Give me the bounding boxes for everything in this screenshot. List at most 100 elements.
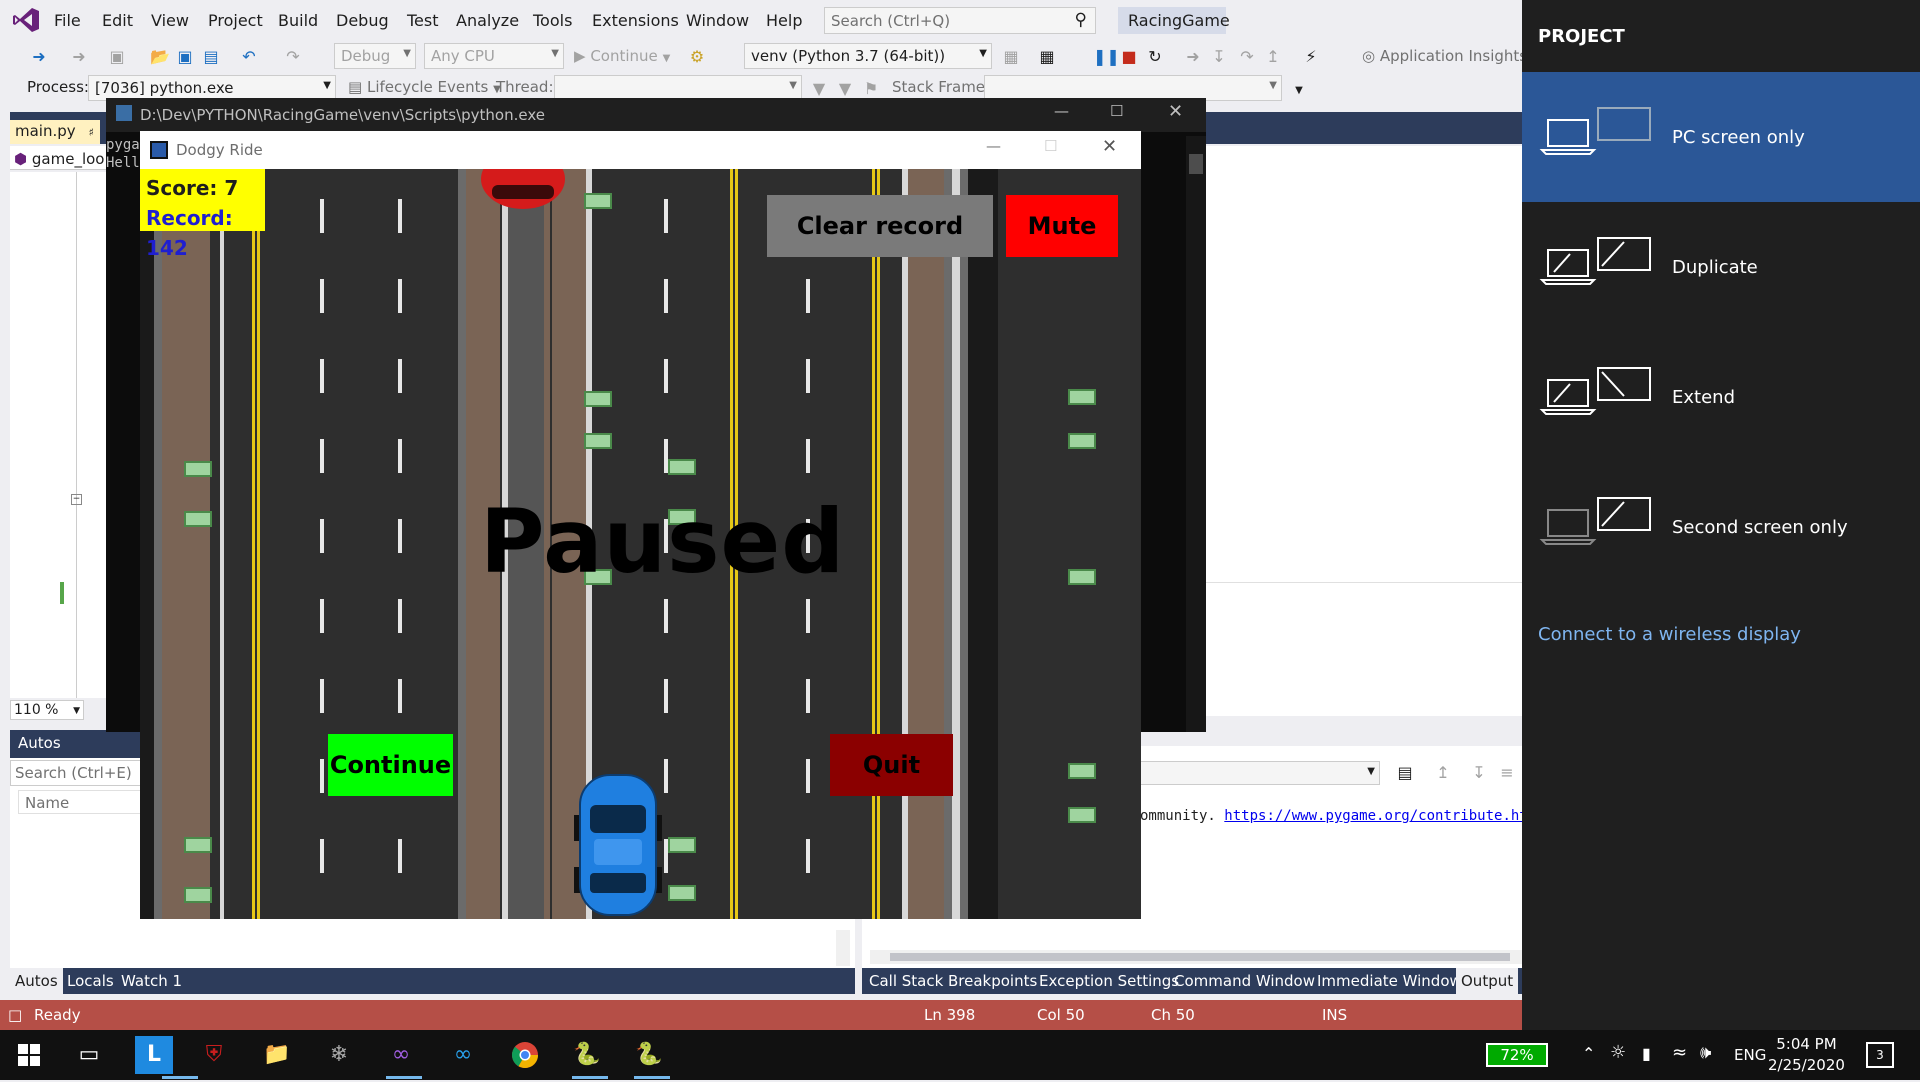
clear-record-button[interactable]: Clear record [767, 195, 993, 257]
minimize-icon[interactable]: — [986, 137, 1001, 155]
layout-icon[interactable]: ▦ [1038, 48, 1056, 66]
menu-debug[interactable]: Debug [336, 11, 389, 30]
console-scrollbar[interactable] [1186, 136, 1206, 732]
tab-watch-1[interactable]: Watch 1 [116, 968, 187, 994]
visual-studio-icon[interactable]: ∞ [382, 1036, 420, 1074]
hot-reload-icon[interactable]: ⚡ [1302, 48, 1320, 66]
scroll-thumb[interactable] [1189, 154, 1203, 174]
task-view-icon[interactable]: ▭ [70, 1036, 108, 1074]
open-folder-icon[interactable]: 📂 [150, 48, 170, 66]
mute-button[interactable]: Mute [1006, 195, 1118, 257]
wifi-icon[interactable]: ≈ [1672, 1042, 1687, 1063]
prev-message-icon[interactable]: ↥ [1434, 764, 1452, 782]
python-icon-2[interactable]: 🐍 [630, 1036, 668, 1074]
menu-view[interactable]: View [151, 11, 189, 30]
step-out-icon[interactable]: ↥ [1264, 48, 1282, 66]
continue-game-button[interactable]: Continue [328, 734, 453, 796]
project-name-badge[interactable]: RacingGame [1118, 7, 1230, 34]
attach-icon[interactable]: ⚙ [688, 48, 706, 66]
file-explorer-icon[interactable]: 📁 [258, 1036, 296, 1074]
filter-alt-icon[interactable]: ▼ [836, 80, 854, 98]
menu-analyze[interactable]: Analyze [456, 11, 519, 30]
menu-test[interactable]: Test [407, 11, 439, 30]
autos-search-input[interactable]: Search (Ctrl+E) [10, 760, 145, 786]
environment-select[interactable]: venv (Python 3.7 (64-bit)) ▼ [744, 43, 992, 69]
autos-name-column[interactable]: Name [18, 790, 145, 814]
maximize-icon[interactable]: ☐ [1110, 102, 1123, 120]
tab-locals[interactable]: Locals [62, 968, 119, 994]
bird-app-icon[interactable]: ❄ [320, 1036, 358, 1074]
save-icon[interactable]: ▣ [176, 48, 194, 66]
mcafee-icon[interactable]: ⛨ [195, 1036, 233, 1074]
save-all-icon[interactable]: ▤ [202, 48, 220, 66]
step-over-icon[interactable]: ↷ [1238, 48, 1256, 66]
autos-scrollbar[interactable] [836, 930, 850, 966]
go-to-code-icon[interactable]: ▤ [1396, 764, 1414, 782]
battery-indicator[interactable]: 72% [1486, 1043, 1548, 1067]
search-input[interactable]: Search (Ctrl+Q) ⚲ [824, 7, 1096, 34]
zoom-select[interactable]: 110 % ▼ [10, 700, 84, 720]
app-insights-button[interactable]: ◎ Application Insights [1362, 47, 1527, 65]
config-select[interactable]: Debug ▼ [334, 43, 416, 69]
continue-button[interactable]: ▶ Continue ▼ [574, 47, 670, 65]
l-app-icon[interactable]: L [135, 1036, 173, 1074]
pause-icon[interactable]: ❚❚ [1093, 48, 1120, 66]
filter-icon[interactable]: ▼ [810, 80, 828, 98]
redo-icon[interactable]: ↷ [284, 48, 302, 66]
project-option-second-screen-only[interactable]: Second screen only [1522, 462, 1920, 592]
language-indicator[interactable]: ENG [1734, 1046, 1766, 1064]
menu-window[interactable]: Window [686, 11, 749, 30]
toolbar-overflow-icon[interactable]: ▼ [1290, 82, 1308, 100]
restart-icon[interactable]: ↻ [1146, 48, 1164, 66]
project-option-pc-screen-only[interactable]: PC screen only [1522, 72, 1920, 202]
output-hscrollbar[interactable] [870, 950, 1522, 964]
flag-icon[interactable]: ⚑ [862, 80, 880, 98]
battery-icon[interactable]: ▮ [1642, 1044, 1651, 1063]
tab-immediate-window[interactable]: Immediate Window [1312, 968, 1467, 994]
tab-output[interactable]: Output [1456, 968, 1519, 994]
notifications-icon[interactable]: 3 [1866, 1042, 1894, 1068]
minimize-icon[interactable]: — [1054, 102, 1069, 120]
platform-select[interactable]: Any CPU ▼ [424, 43, 564, 69]
chrome-icon[interactable] [506, 1036, 544, 1074]
undo-icon[interactable]: ↶ [240, 48, 258, 66]
code-editor[interactable]: − [10, 172, 120, 698]
show-hidden-icons-icon[interactable]: ⌃ [1582, 1044, 1595, 1063]
menu-extensions[interactable]: Extensions [592, 11, 679, 30]
pin-icon[interactable]: ♯ [88, 126, 93, 139]
project-option-duplicate[interactable]: Duplicate [1522, 202, 1920, 332]
clear-output-icon[interactable]: ≡ [1498, 764, 1516, 782]
forward-icon[interactable]: ➜ [70, 48, 88, 66]
stop-icon[interactable]: ■ [1120, 48, 1138, 66]
next-message-icon[interactable]: ↧ [1470, 764, 1488, 782]
clock[interactable]: 5:04 PM 2/25/2020 [1768, 1034, 1845, 1076]
project-option-extend[interactable]: Extend [1522, 332, 1920, 462]
vscode-icon[interactable]: ∞ [444, 1036, 482, 1074]
tab-main-py[interactable]: main.py ♯ [10, 120, 100, 144]
tab-exception-settings[interactable]: Exception Settings [1034, 968, 1184, 994]
output-source-select[interactable]: ▼ [1140, 761, 1380, 785]
menu-help[interactable]: Help [766, 11, 802, 30]
back-icon[interactable]: ➜ [30, 48, 48, 66]
tab-breakpoints[interactable]: Breakpoints [943, 968, 1042, 994]
tab-call-stack[interactable]: Call Stack [864, 968, 948, 994]
new-project-icon[interactable]: ▣ [108, 48, 126, 66]
lifecycle-events-button[interactable]: ▤ Lifecycle Events ▼ [348, 78, 501, 96]
menu-build[interactable]: Build [278, 11, 318, 30]
close-icon[interactable]: ✕ [1102, 136, 1117, 157]
menu-project[interactable]: Project [208, 11, 263, 30]
tab-command-window[interactable]: Command Window [1169, 968, 1320, 994]
menu-tools[interactable]: Tools [533, 11, 572, 30]
output-link[interactable]: https://www.pygame.org/contribute.html [1224, 808, 1544, 824]
connect-wireless-display-link[interactable]: Connect to a wireless display [1538, 624, 1801, 645]
tab-autos[interactable]: Autos [10, 968, 63, 994]
show-next-statement-icon[interactable]: ➜ [1184, 48, 1202, 66]
nav-scope[interactable]: ⬢ game_loo [14, 150, 104, 168]
start-windows-icon[interactable] [10, 1036, 48, 1074]
python-icon-1[interactable]: 🐍 [568, 1036, 606, 1074]
brightness-icon[interactable]: ☼ [1610, 1042, 1626, 1063]
step-into-icon[interactable]: ↧ [1210, 48, 1228, 66]
scroll-thumb[interactable] [890, 953, 1510, 961]
maximize-icon[interactable]: ☐ [1044, 137, 1057, 155]
collapse-icon[interactable]: − [71, 494, 82, 505]
